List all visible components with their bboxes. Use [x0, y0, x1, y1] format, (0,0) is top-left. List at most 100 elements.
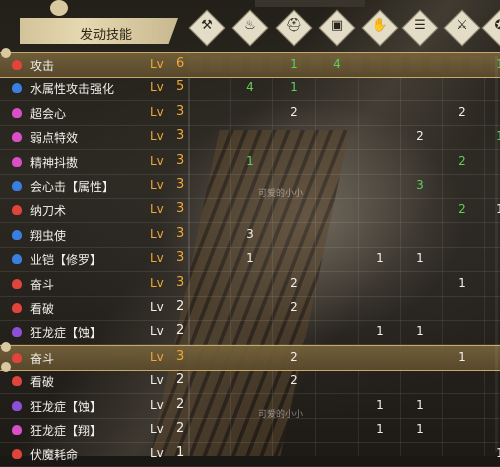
skill-row[interactable]: 弱点特效 Lv 3 2 1	[0, 125, 500, 151]
skill-name: 攻击	[30, 59, 55, 73]
skill-name: 业铠【修罗】	[30, 253, 103, 268]
watermark-logo-icon	[50, 0, 68, 16]
skill-lv-label: Lv	[150, 422, 164, 436]
skill-row[interactable]: 狂龙症【蚀】 Lv 2 1 1	[0, 394, 500, 419]
skill-point-cell: 2	[416, 129, 424, 144]
skill-row[interactable]: 翔虫使 Lv 3 3	[0, 223, 500, 248]
skill-lv-label: Lv	[150, 300, 164, 314]
skill-row[interactable]: 看破 Lv 2 2	[0, 369, 500, 395]
skill-gem-icon	[12, 425, 22, 435]
skill-name: 会心击【属性】	[30, 180, 115, 194]
waist-icon-glyph: ☰	[414, 18, 426, 33]
skill-level: 3	[176, 274, 185, 290]
top-title-strip	[255, 0, 365, 7]
skill-row[interactable]: 奋斗 Lv 3 2 1	[0, 272, 500, 297]
skill-row[interactable]: 业铠【修罗】 Lv 3 1 1 1	[0, 247, 500, 273]
skill-lv-label: Lv	[150, 104, 164, 119]
skill-level: 5	[176, 79, 185, 95]
skill-row[interactable]: 攻击 Lv 6 1 4 1	[0, 52, 500, 78]
skill-row[interactable]: 狂龙症【蚀】 Lv 2 1 1	[0, 320, 500, 346]
skill-name: 纳刀术	[30, 204, 67, 219]
skill-point-cell: 2	[290, 104, 298, 119]
skill-point-cell: 1	[246, 153, 254, 168]
skill-level: 2	[176, 396, 185, 412]
skill-point-cell: 1	[416, 251, 424, 266]
watermark-text-2: 可爱的小小	[258, 410, 304, 420]
skill-name: 翔虫使	[30, 228, 67, 243]
skill-lv-label: Lv	[150, 349, 164, 364]
charm-icon: ✪	[481, 9, 500, 47]
skill-lv-label: Lv	[150, 373, 164, 388]
skill-gem-icon	[12, 181, 22, 191]
skill-lv-label: Lv	[150, 202, 164, 217]
skill-gem-icon	[12, 83, 22, 94]
skill-level: 1	[176, 445, 185, 461]
skill-point-cell: 4	[333, 57, 341, 71]
skill-row[interactable]: 纳刀术 Lv 3 2 1	[0, 198, 500, 224]
skill-lv-label: Lv	[150, 446, 164, 461]
skill-gem-icon	[12, 156, 22, 167]
potion-icon: ♨	[231, 9, 269, 47]
skill-point-cell: 1	[246, 251, 254, 266]
side-logo-icon	[1, 48, 11, 58]
skill-row[interactable]: 看破 Lv 2 2	[0, 296, 500, 321]
skill-point-cell: 1	[458, 349, 466, 364]
skill-lv-label: Lv	[150, 397, 164, 412]
skill-header-label: 发动技能	[80, 28, 133, 43]
skill-level: 3	[176, 250, 185, 266]
skill-point-cell: 1	[376, 422, 384, 436]
skill-point-cell: 1	[416, 324, 424, 339]
skill-row[interactable]: 超会心 Lv 3 2 2	[0, 101, 500, 126]
skill-level: 3	[176, 177, 185, 192]
skill-lv-label: Lv	[150, 153, 164, 168]
skill-row[interactable]: 狂龙症【翔】 Lv 2 1 1	[0, 418, 500, 443]
skill-point-cell: 1	[416, 397, 424, 412]
helmet-icon-glyph: ⛑	[285, 18, 303, 33]
axe-icon: ⚒	[188, 9, 226, 47]
skill-lv-label: Lv	[150, 226, 164, 241]
armor-chest-icon: ▣	[318, 9, 356, 47]
skill-point-cell: 2	[458, 104, 466, 119]
skill-point-cell: 1	[376, 251, 384, 266]
skill-gem-icon	[12, 278, 22, 289]
side-logo-icon	[1, 362, 11, 372]
skill-level: 3	[176, 152, 185, 168]
skill-level: 2	[176, 299, 185, 314]
skill-name: 狂龙症【蚀】	[30, 399, 103, 414]
waist-icon: ☰	[401, 9, 439, 47]
skill-gem-icon	[12, 400, 22, 411]
skill-name: 超会心	[30, 106, 67, 121]
skill-gem-icon	[12, 205, 22, 216]
watermark-text-1: 可爱的小小	[258, 189, 304, 199]
skill-name: 狂龙症【蚀】	[30, 326, 103, 341]
axe-icon-glyph: ⚒	[201, 18, 213, 33]
skill-row[interactable]: 水属性攻击强化 Lv 5 4 1	[0, 76, 500, 102]
skill-name: 水属性攻击强化	[30, 82, 115, 97]
skill-gem-icon	[12, 327, 22, 338]
skill-point-cell: 3	[416, 178, 424, 192]
skill-level: 3	[176, 103, 185, 119]
skill-level: 3	[176, 225, 185, 241]
skill-gem-icon	[12, 376, 22, 387]
skill-lv-label: Lv	[150, 129, 164, 144]
skill-level: 3	[176, 128, 185, 144]
skill-point-cell: 2	[458, 153, 466, 168]
skill-point-cell: 2	[290, 373, 298, 388]
scrollbar[interactable]	[495, 56, 498, 452]
skill-lv-label: Lv	[150, 80, 164, 95]
skill-name: 奋斗	[30, 351, 55, 366]
skill-name: 奋斗	[30, 277, 55, 292]
gauntlet-icon: ✋	[361, 9, 399, 47]
skill-gem-icon	[12, 229, 22, 240]
skill-level: 6	[176, 56, 185, 71]
skill-row[interactable]: 精神抖擞 Lv 3 1 2	[0, 150, 500, 175]
skill-row[interactable]: 奋斗 Lv 3 2 1	[0, 344, 500, 371]
gauntlet-icon-glyph: ✋	[371, 18, 389, 33]
skill-point-cell: 1	[376, 397, 384, 412]
skill-row[interactable]: 会心击【属性】 Lv 3 3	[0, 174, 500, 199]
skill-point-cell: 2	[290, 300, 298, 314]
skill-row[interactable]: 伏魔耗命 Lv 1 1	[0, 442, 500, 467]
skill-name: 看破	[30, 375, 55, 390]
skill-point-cell: 3	[246, 226, 254, 241]
skill-gem-icon	[12, 60, 22, 70]
